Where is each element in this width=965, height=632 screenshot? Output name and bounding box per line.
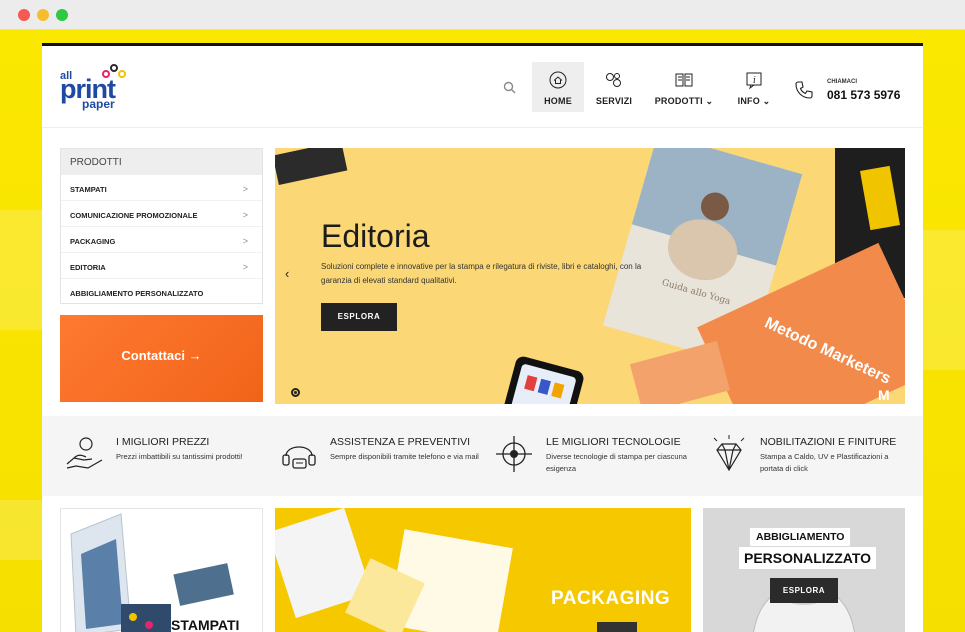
- call-label: CHIAMACI: [827, 79, 857, 85]
- menu-item-editoria[interactable]: EDITORIA >: [61, 253, 262, 279]
- card-packaging-label: PACKAGING: [551, 588, 671, 609]
- feature-description: Diverse tecnologie di stampa per ciascun…: [546, 452, 687, 473]
- svg-text:i: i: [753, 76, 756, 86]
- menu-item-label: PACKAGING: [70, 237, 116, 246]
- hero-title: Editoria: [321, 218, 430, 254]
- hero-explore-button[interactable]: ESPLORA: [321, 303, 397, 331]
- website-page: all print paper HOME SERVIZI PRODOTTI ⌄ …: [42, 43, 923, 632]
- menu-item-label: COMUNICAZIONE PROMOZIONALE: [70, 211, 198, 220]
- info-icon: i: [746, 72, 762, 90]
- menu-item-stampati[interactable]: STAMPATI >: [61, 175, 262, 201]
- card-packaging-button[interactable]: [597, 622, 637, 632]
- diamond-icon: [713, 435, 745, 472]
- allprintpaper-logo[interactable]: all print paper: [60, 64, 130, 112]
- card-abbigliamento[interactable]: ABBIGLIAMENTO PERSONALIZZATO ESPLORA: [703, 508, 905, 632]
- nav-prodotti[interactable]: PRODOTTI ⌄: [648, 62, 720, 112]
- maximize-window-button[interactable]: [56, 9, 68, 21]
- card-abbigliamento-line2: PERSONALIZZATO: [739, 547, 877, 569]
- target-icon: [496, 436, 532, 472]
- chevron-right-icon: >: [242, 262, 248, 272]
- phone-icon[interactable]: [794, 80, 814, 100]
- hero-description: Soluzioni complete e innovative per la s…: [321, 262, 642, 285]
- slider-prev-arrow[interactable]: ‹: [285, 266, 289, 281]
- hand-coin-icon: [66, 437, 103, 469]
- menu-item-label: STAMPATI: [70, 185, 107, 194]
- feature-description: Stampa a Caldo, UV e Plastificazioni a p…: [760, 452, 889, 473]
- contact-button[interactable]: Contattaci →: [60, 315, 263, 402]
- minimize-window-button[interactable]: [37, 9, 49, 21]
- feature-finishing: NOBILITAZIONI E FINITURE Stampa a Caldo,…: [708, 434, 913, 484]
- menu-item-label: ABBIGLIAMENTO PERSONALIZZATO: [70, 289, 204, 298]
- products-menu-title: PRODOTTI: [61, 149, 262, 175]
- feature-prices: I MIGLIORI PREZZI Prezzi imbattibili su …: [64, 434, 269, 484]
- chevron-right-icon: >: [242, 184, 248, 194]
- hero-slider: Guida allo Yoga Metodo Marketers M ‹ Edi…: [275, 148, 905, 404]
- menu-item-packaging[interactable]: PACKAGING >: [61, 227, 262, 253]
- nav-info-label: INFO ⌄: [737, 96, 771, 106]
- site-header: all print paper HOME SERVIZI PRODOTTI ⌄ …: [42, 46, 923, 128]
- feature-description: Sempre disponibili tramite telefono e vi…: [330, 452, 479, 461]
- nav-home[interactable]: HOME: [532, 62, 584, 112]
- card-stampati-label: STAMPATI: [171, 617, 240, 632]
- contact-label: Contattaci →: [121, 348, 202, 363]
- logo-text-paper: paper: [82, 97, 115, 111]
- nav-servizi-label: SERVIZI: [595, 96, 633, 106]
- features-band: I MIGLIORI PREZZI Prezzi imbattibili su …: [42, 416, 923, 496]
- search-icon[interactable]: [502, 80, 518, 96]
- phone-number[interactable]: 081 573 5976: [827, 88, 900, 102]
- slider-bullet[interactable]: [291, 388, 300, 397]
- nav-servizi[interactable]: SERVIZI: [588, 62, 640, 112]
- feature-assistance: ASSISTENZA E PREVENTIVI Sempre disponibi…: [278, 434, 483, 484]
- menu-item-label: EDITORIA: [70, 263, 106, 272]
- home-icon: [549, 71, 567, 89]
- menu-item-abbigliamento[interactable]: ABBIGLIAMENTO PERSONALIZZATO: [61, 279, 262, 305]
- packaging-illustration: [275, 508, 513, 632]
- headset-icon: [282, 446, 316, 469]
- feature-title: LE MIGLIORI TECNOLOGIE: [546, 436, 681, 448]
- feature-technologies: LE MIGLIORI TECNOLOGIE Diverse tecnologi…: [494, 434, 699, 484]
- menu-item-comunicazione[interactable]: COMUNICAZIONE PROMOZIONALE >: [61, 201, 262, 227]
- chevron-right-icon: >: [242, 210, 248, 220]
- feature-description: Prezzi imbattibili su tantissimi prodott…: [116, 452, 243, 461]
- card-abbigliamento-explore-button[interactable]: ESPLORA: [770, 578, 838, 603]
- products-menu: PRODOTTI STAMPATI > COMUNICAZIONE PROMOZ…: [60, 148, 263, 304]
- hoodie-illustration: [753, 581, 855, 632]
- book-title-3: M: [878, 387, 890, 403]
- nav-prodotti-label: PRODOTTI ⌄: [654, 96, 714, 106]
- feature-title: I MIGLIORI PREZZI: [116, 436, 210, 448]
- stampati-illustration: [70, 513, 234, 632]
- nav-home-label: HOME: [544, 96, 572, 106]
- chevron-right-icon: >: [242, 236, 248, 246]
- browser-titlebar: [0, 0, 965, 30]
- nav-info[interactable]: i INFO ⌄: [728, 62, 780, 112]
- card-packaging[interactable]: PACKAGING: [275, 508, 691, 632]
- feature-title: ASSISTENZA E PREVENTIVI: [330, 436, 471, 448]
- close-window-button[interactable]: [18, 9, 30, 21]
- open-book-icon: [675, 73, 693, 87]
- card-stampati[interactable]: STAMPATI: [60, 508, 263, 632]
- gears-icon: [606, 73, 621, 87]
- feature-title: NOBILITAZIONI E FINITURE: [760, 436, 897, 448]
- card-abbigliamento-line1: ABBIGLIAMENTO: [750, 528, 851, 546]
